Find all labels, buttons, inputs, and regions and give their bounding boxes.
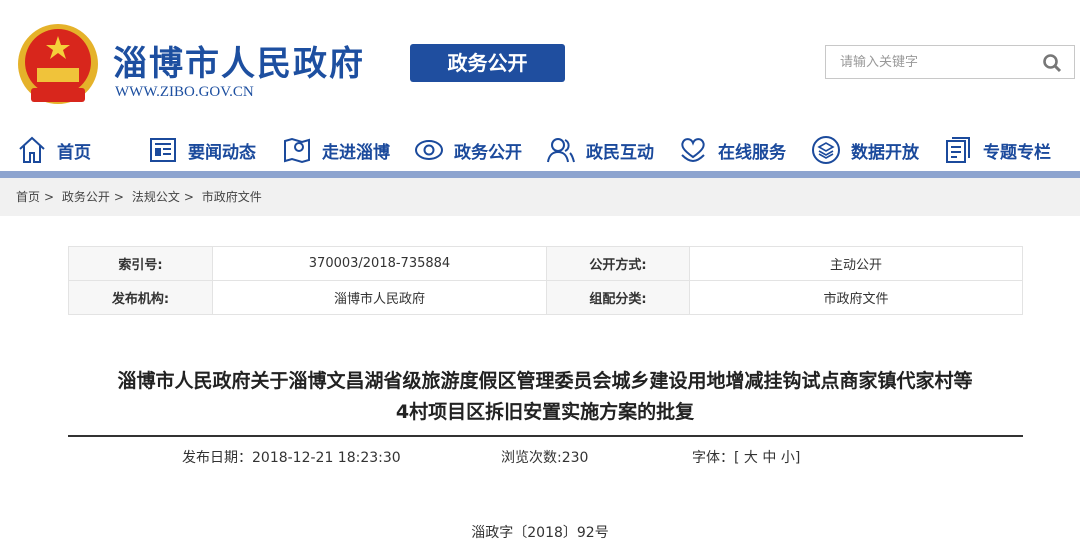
eye-icon [415,140,443,160]
font-close: ] [794,450,801,466]
breadcrumb-regulations[interactable]: 法规公文 [132,190,180,204]
search-box [825,45,1075,79]
nav-label: 走进淄博 [322,142,390,163]
publish-date: 发布日期：2018-12-21 18:23:30 [182,450,401,466]
org-value: 淄博市人民政府 [212,280,547,315]
main-nav: 首页 要闻动态 走进淄博 政务公开 政民互动 在线服务 数据开放 专题专栏 [0,130,1080,172]
table-row: 索引号: 370003/2018-735884 公开方式: 主动公开 [68,246,1023,281]
heart-hand-icon [681,138,705,163]
nav-item-interaction[interactable]: 政民互动 [546,130,654,170]
nav-label: 在线服务 [718,142,786,163]
breadcrumb-sep: > [44,190,55,204]
nav-label: 专题专栏 [983,142,1051,163]
view-count: 浏览次数:230 [501,450,589,466]
nav-label: 政务公开 [454,142,522,163]
nav-item-affairs[interactable]: 政务公开 [414,130,522,170]
nav-label: 要闻动态 [188,142,256,163]
table-row: 发布机构: 淄博市人民政府 组配分类: 市政府文件 [68,280,1023,315]
category-value: 市政府文件 [689,280,1023,315]
site-title[interactable]: 淄博市人民政府 [113,36,365,85]
national-emblem-logo [18,24,98,104]
breadcrumb: 首页 > 政务公开 > 法规公文 > 市政府文件 [0,178,1080,216]
nav-divider [0,171,1080,178]
section-button[interactable]: 政务公开 [410,44,565,82]
title-line-2: 4村项目区拆旧安置实施方案的批复 [395,401,695,423]
open-value: 主动公开 [689,246,1023,281]
news-icon [150,138,176,162]
nav-item-services[interactable]: 在线服务 [678,130,786,170]
nav-label: 政民互动 [586,142,654,163]
site-url: WWW.ZIBO.GOV.CN [115,84,254,100]
nav-label: 数据开放 [851,142,919,163]
nav-item-news[interactable]: 要闻动态 [148,130,256,170]
search-icon[interactable] [1042,53,1062,73]
font-large-button[interactable]: 大 [744,450,758,466]
map-icon [284,137,310,164]
nav-item-home[interactable]: 首页 [17,130,91,170]
font-medium-button[interactable]: 中 [762,450,776,466]
nav-item-topics[interactable]: 专题专栏 [943,130,1051,170]
font-size-control: 字体：[ 大 中 小] [692,447,800,467]
org-label: 发布机构: [68,280,213,315]
nav-item-about[interactable]: 走进淄博 [282,130,390,170]
document-icon [946,137,970,163]
index-label: 索引号: [68,246,213,281]
open-label: 公开方式: [546,246,690,281]
breadcrumb-city-docs[interactable]: 市政府文件 [202,190,262,204]
document-title: 淄博市人民政府关于淄博文昌湖省级旅游度假区管理委员会城乡建设用地增减挂钩试点商家… [60,366,1030,428]
people-icon [547,138,575,163]
home-icon [19,136,45,163]
font-label: 字体：[ [692,450,740,466]
title-divider [68,435,1023,437]
font-small-button[interactable]: 小 [781,450,795,466]
document-meta-table: 索引号: 370003/2018-735884 公开方式: 主动公开 发布机构:… [68,246,1023,315]
index-value: 370003/2018-735884 [212,246,547,281]
breadcrumb-sep: > [183,190,194,204]
nav-label: 首页 [57,142,91,163]
breadcrumb-sep: > [113,190,124,204]
category-label: 组配分类: [546,280,690,315]
search-input[interactable] [826,46,1026,78]
breadcrumb-affairs[interactable]: 政务公开 [62,190,110,204]
title-line-1: 淄博市人民政府关于淄博文昌湖省级旅游度假区管理委员会城乡建设用地增减挂钩试点商家… [117,370,973,392]
layers-icon [812,136,840,164]
breadcrumb-home[interactable]: 首页 [16,190,40,204]
document-number: 淄政字〔2018〕92号 [471,525,609,541]
nav-item-data[interactable]: 数据开放 [811,130,919,170]
